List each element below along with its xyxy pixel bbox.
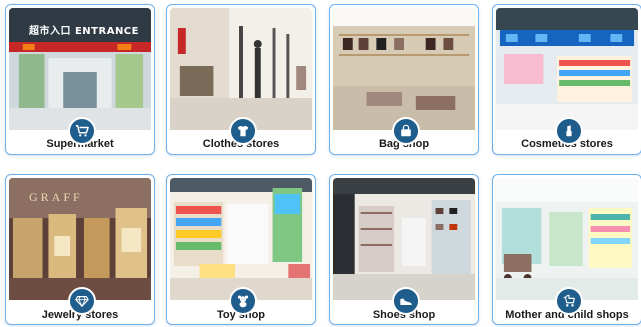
shoes-shop-photo	[333, 178, 475, 300]
store-category-grid: 超市入口 ENTRANCE Supermarket	[0, 0, 641, 327]
shoe-icon	[392, 287, 420, 315]
shopping-cart-icon	[68, 117, 96, 145]
store-card-mother-child[interactable]: Mother and child shops	[492, 174, 641, 325]
bag-shop-photo	[333, 8, 475, 130]
jewelry-store-photo: GRAFF	[9, 178, 151, 300]
cosmetics-store-photo	[496, 8, 638, 130]
entrance-sign: 超市入口 ENTRANCE	[29, 26, 139, 37]
diamond-icon	[68, 287, 96, 315]
toy-shop-photo	[170, 178, 312, 300]
store-card-clothes[interactable]: Clothes stores	[166, 4, 316, 155]
store-card-jewelry[interactable]: GRAFF Jewelry stores	[5, 174, 155, 325]
graff-sign: GRAFF	[29, 190, 83, 204]
store-card-toy[interactable]: Toy shop	[166, 174, 316, 325]
supermarket-photo: 超市入口 ENTRANCE	[9, 8, 151, 130]
store-card-shoes[interactable]: Shoes shop	[329, 174, 479, 325]
lipstick-icon	[555, 117, 583, 145]
store-card-supermarket[interactable]: 超市入口 ENTRANCE Supermarket	[5, 4, 155, 155]
mother-child-shop-photo	[496, 178, 638, 300]
store-card-bag[interactable]: Bag shop	[329, 4, 479, 155]
teddy-bear-icon	[229, 287, 257, 315]
t-shirt-icon	[229, 117, 257, 145]
clothes-store-photo	[170, 8, 312, 130]
handbag-icon	[392, 117, 420, 145]
baby-stroller-icon	[555, 287, 583, 315]
store-card-cosmetics[interactable]: Cosmetics stores	[492, 4, 641, 155]
